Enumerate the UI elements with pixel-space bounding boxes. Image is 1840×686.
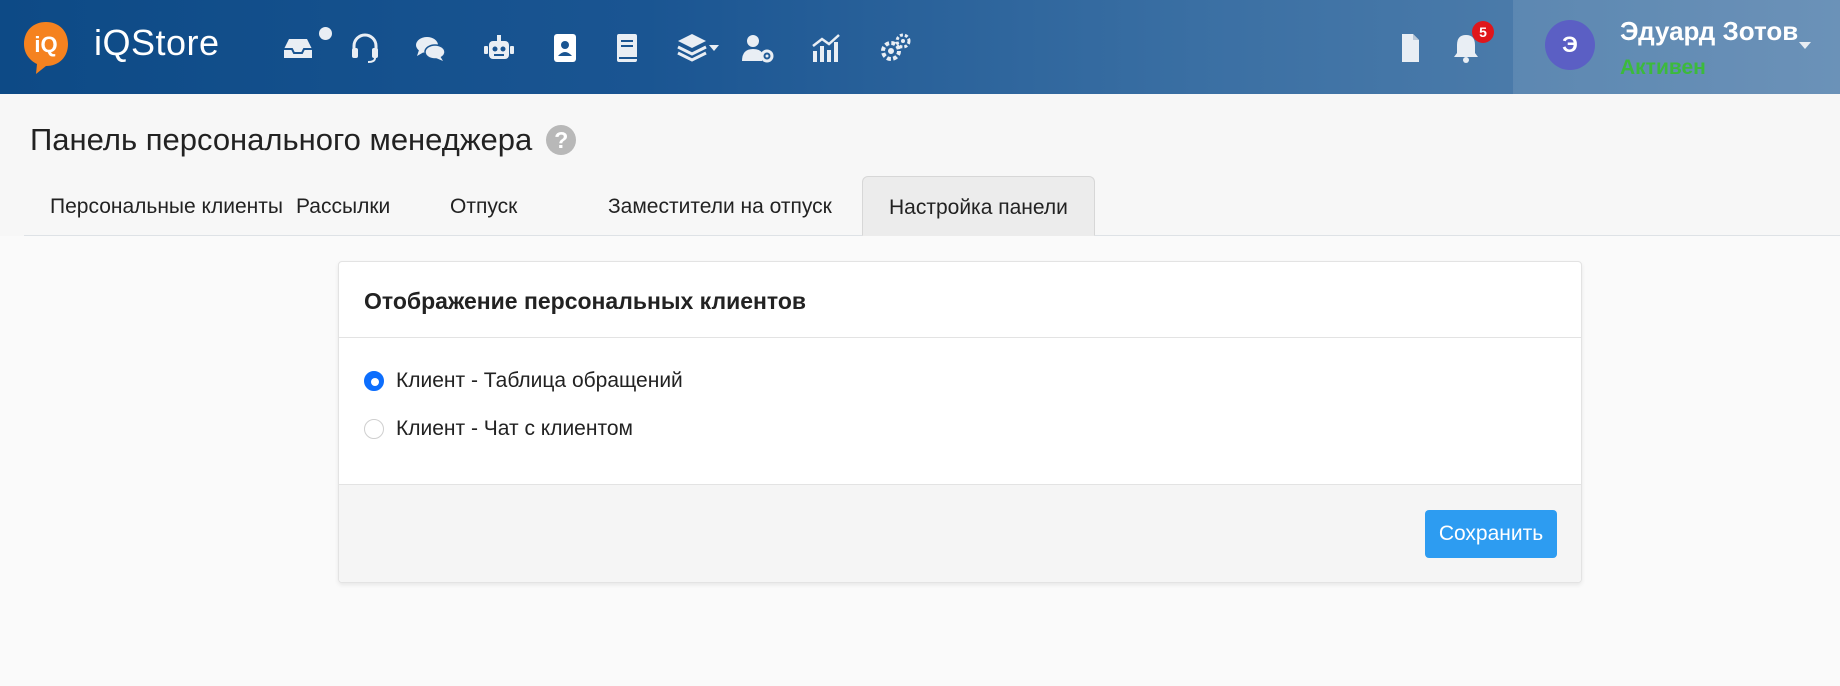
tabs-bar: Персональные клиенты Рассылки Отпуск Зам… bbox=[24, 176, 1840, 236]
tab-vacation[interactable]: Отпуск bbox=[424, 176, 543, 236]
card-header: Отображение персональных клиентов bbox=[339, 262, 1581, 338]
radio-option-label: Клиент - Чат с клиентом bbox=[396, 417, 633, 440]
user-menu[interactable]: Э Эдуард Зотов Активен bbox=[1513, 0, 1840, 94]
page-title: Панель персонального менеджера bbox=[30, 122, 533, 157]
radio-option-table[interactable]: Клиент - Таблица обращений bbox=[364, 369, 683, 393]
layers-icon[interactable] bbox=[672, 28, 712, 68]
tab-panel-settings[interactable]: Настройка панели bbox=[862, 176, 1095, 236]
user-name: Эдуард Зотов bbox=[1620, 16, 1799, 46]
radio-option-chat[interactable]: Клиент - Чат с клиентом bbox=[364, 417, 633, 441]
radio-chat-input[interactable] bbox=[364, 419, 384, 439]
tab-vacation-deputies[interactable]: Заместители на отпуск bbox=[582, 176, 858, 236]
chevron-down-icon[interactable] bbox=[1799, 42, 1811, 49]
logo-text: iQ bbox=[34, 32, 57, 57]
radio-table-input[interactable] bbox=[364, 371, 384, 391]
tab-personal-clients[interactable]: Персональные клиенты bbox=[24, 176, 309, 236]
brand-name[interactable]: iQStore bbox=[94, 22, 220, 64]
analytics-icon[interactable] bbox=[806, 28, 846, 68]
top-navbar: iQ iQStore 5 Э Эдуард Зотов Активен bbox=[0, 0, 1840, 94]
user-settings-icon[interactable] bbox=[737, 28, 777, 68]
notifications-badge: 5 bbox=[1472, 21, 1494, 43]
inbox-icon[interactable] bbox=[278, 28, 318, 68]
tab-mailings[interactable]: Рассылки bbox=[270, 176, 416, 236]
robot-icon[interactable] bbox=[479, 28, 519, 68]
layers-dropdown-caret-icon[interactable] bbox=[709, 45, 719, 51]
save-button[interactable]: Сохранить bbox=[1425, 510, 1557, 558]
card-footer: Сохранить bbox=[339, 484, 1581, 582]
radio-option-label: Клиент - Таблица обращений bbox=[396, 369, 683, 392]
page-title-row: Панель персонального менеджера ? bbox=[30, 122, 577, 158]
card-title: Отображение персональных клиентов bbox=[364, 288, 807, 314]
settings-card: Отображение персональных клиентов Клиент… bbox=[338, 261, 1582, 583]
document-icon[interactable] bbox=[1390, 28, 1430, 68]
chat-icon[interactable] bbox=[410, 28, 450, 68]
settings-icon[interactable] bbox=[875, 28, 915, 68]
contact-card-icon[interactable] bbox=[545, 28, 585, 68]
book-icon[interactable] bbox=[607, 28, 647, 68]
new-message-dot bbox=[319, 27, 332, 40]
user-status: Активен bbox=[1620, 56, 1706, 79]
headset-icon[interactable] bbox=[345, 28, 385, 68]
iq-logo-icon[interactable]: iQ bbox=[22, 20, 70, 76]
help-icon[interactable]: ? bbox=[546, 125, 577, 155]
avatar: Э bbox=[1545, 20, 1595, 70]
